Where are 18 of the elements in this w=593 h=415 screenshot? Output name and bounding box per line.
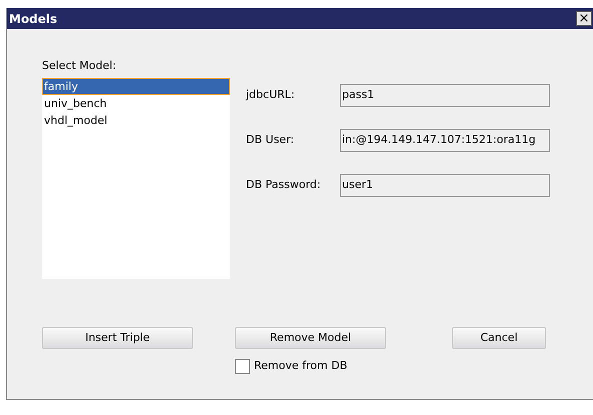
- dialog-button[interactable]: Remove Model: [235, 327, 386, 349]
- window-title: Models: [9, 10, 58, 28]
- field-label: jdbcURL:: [246, 87, 296, 104]
- text-field[interactable]: user1: [340, 174, 550, 197]
- field-label: DB User:: [246, 132, 296, 148]
- dialog-button[interactable]: Insert Triple: [42, 327, 193, 349]
- list-label: Select Model:: [42, 58, 118, 74]
- close-button[interactable]: ×: [576, 11, 592, 26]
- text-field[interactable]: in:@194.149.147.107:1521:ora11g: [340, 129, 550, 152]
- text-field[interactable]: pass1: [340, 84, 550, 107]
- model-list[interactable]: family univ_bench vhdl_model: [42, 79, 230, 279]
- list-item[interactable]: univ_bench: [42, 95, 230, 112]
- checkbox-label: Remove from DB: [254, 358, 348, 374]
- list-item[interactable]: family: [42, 78, 230, 95]
- list-item[interactable]: vhdl_model: [42, 112, 230, 129]
- dialog-button[interactable]: Cancel: [452, 327, 546, 349]
- field-label: DB Password:: [246, 177, 322, 194]
- checkbox[interactable]: [235, 358, 250, 374]
